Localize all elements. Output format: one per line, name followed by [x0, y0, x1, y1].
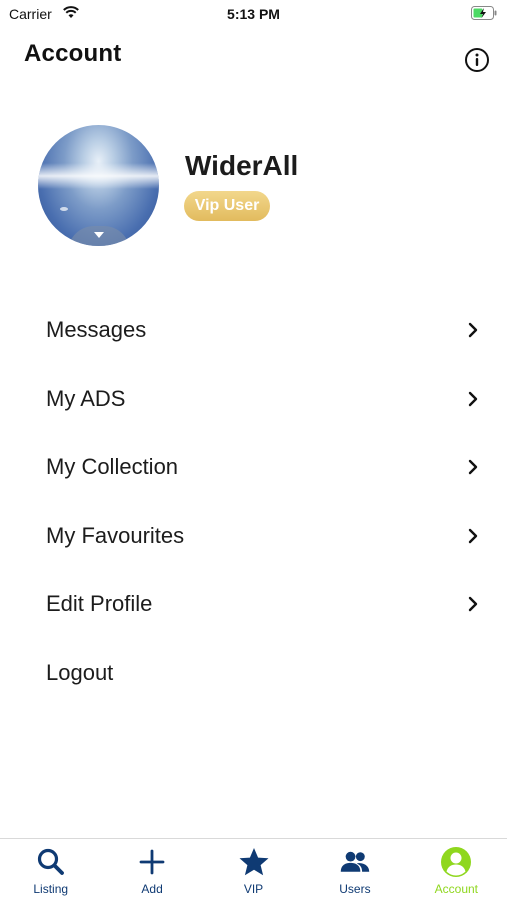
- tab-label: VIP: [243, 882, 264, 896]
- vip-badge: Vip User: [184, 191, 270, 221]
- tab-add[interactable]: Add: [101, 839, 202, 900]
- menu-item-label: Messages: [46, 317, 147, 342]
- tab-vip[interactable]: VIP: [203, 839, 304, 900]
- tab-bar: Listing Add VIP Users Account: [0, 838, 507, 900]
- menu-item-my-ads[interactable]: My ADS: [0, 365, 507, 434]
- avatar-edit-button[interactable]: [68, 226, 130, 246]
- chevron-right-icon: [468, 596, 478, 612]
- menu-item-edit-profile[interactable]: Edit Profile: [0, 570, 507, 639]
- status-bar: Carrier 5:13 PM: [0, 0, 507, 28]
- menu-item-label: My Collection: [46, 454, 179, 479]
- tab-label: Add: [141, 882, 163, 896]
- info-circle-icon: [465, 48, 489, 72]
- chevron-right-icon: [468, 322, 478, 338]
- star-icon: [239, 848, 269, 876]
- avatar-cloud-layer: [38, 163, 159, 189]
- chevron-right-icon: [468, 391, 478, 406]
- account-menu: Messages My ADS My Collection My Favouri…: [0, 296, 507, 707]
- tab-users[interactable]: Users: [304, 839, 405, 900]
- tab-listing[interactable]: Listing: [0, 839, 101, 900]
- tab-label: Account: [434, 882, 478, 896]
- caret-down-icon: [94, 232, 104, 238]
- profile-name: WiderAll: [185, 150, 299, 181]
- info-button[interactable]: [464, 47, 490, 73]
- chevron-right-icon: [468, 528, 478, 543]
- menu-item-my-favourites[interactable]: My Favourites: [0, 502, 507, 571]
- avatar[interactable]: [38, 125, 159, 246]
- menu-item-label: Edit Profile: [46, 591, 153, 616]
- tab-account[interactable]: Account: [406, 839, 507, 900]
- chevron-right-icon: [468, 459, 478, 475]
- user-circle-icon: [441, 847, 472, 877]
- page-title: Account: [24, 40, 122, 67]
- clock: 5:13 PM: [227, 6, 280, 22]
- search-icon: [37, 848, 64, 875]
- menu-item-logout[interactable]: Logout: [0, 639, 507, 708]
- users-icon: [340, 851, 370, 872]
- menu-item-my-collection[interactable]: My Collection: [0, 433, 507, 502]
- tab-label: Users: [339, 882, 371, 896]
- avatar-detail: [60, 207, 68, 211]
- menu-item-label: Logout: [46, 659, 114, 685]
- tab-label: Listing: [33, 882, 69, 896]
- menu-item-label: My Favourites: [46, 522, 185, 548]
- menu-item-label: My ADS: [46, 385, 126, 411]
- menu-item-messages[interactable]: Messages: [0, 296, 507, 365]
- battery-charging-icon: [471, 6, 497, 20]
- plus-icon: [139, 849, 165, 875]
